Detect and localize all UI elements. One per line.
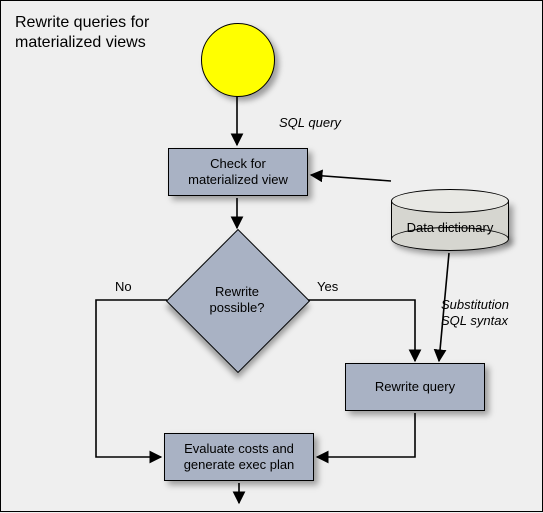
data-dictionary: Data dictionary xyxy=(391,189,509,251)
check-box: Check formaterialized view xyxy=(168,148,308,196)
diagram-title: Rewrite queries formaterialized views xyxy=(15,13,149,53)
edge-yes-label: Yes xyxy=(317,279,338,295)
sql-query-label: SQL query xyxy=(279,115,341,131)
rewrite-label: Rewrite query xyxy=(375,379,455,395)
dict-label: Data dictionary xyxy=(391,203,509,251)
start-node xyxy=(201,23,275,97)
decision-label: Rewritepossible? xyxy=(187,250,287,350)
diagram-frame: Rewrite queries formaterialized views Ch… xyxy=(0,0,543,512)
decision-node: Rewritepossible? xyxy=(187,250,287,350)
check-label: Check formaterialized view xyxy=(188,156,288,189)
evaluate-label: Evaluate costs andgenerate exec plan xyxy=(184,441,295,474)
substitution-label: SubstitutionSQL syntax xyxy=(441,297,509,330)
evaluate-box: Evaluate costs andgenerate exec plan xyxy=(164,433,314,481)
edge-no-label: No xyxy=(115,279,132,295)
rewrite-box: Rewrite query xyxy=(345,363,485,411)
